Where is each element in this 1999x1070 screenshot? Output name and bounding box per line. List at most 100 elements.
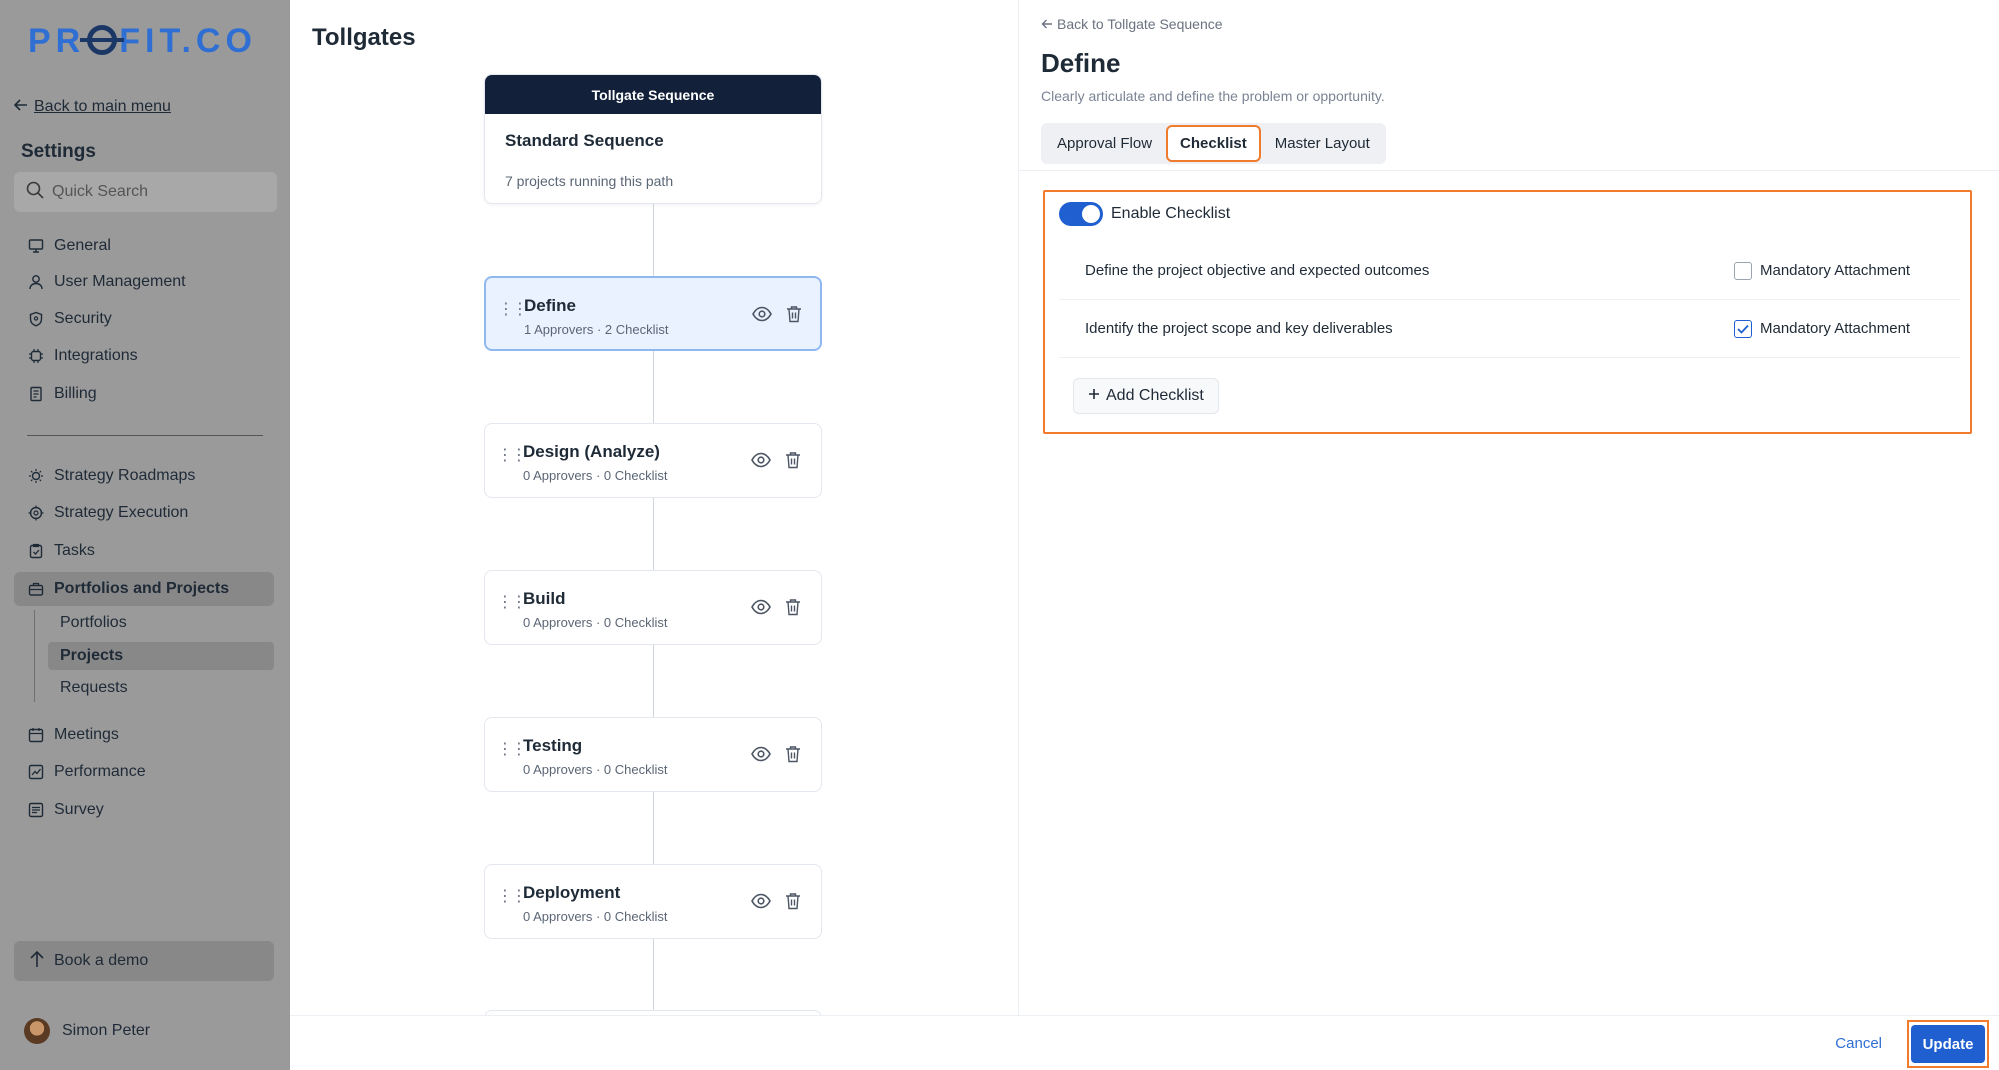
add-checklist-button[interactable]: Add Checklist <box>1073 378 1219 414</box>
sidebar-item-integrations[interactable]: Integrations <box>14 339 274 373</box>
trash-icon[interactable] <box>785 892 801 915</box>
update-button-highlight: Update <box>1907 1020 1989 1068</box>
sidebar-item-label: Performance <box>54 763 146 780</box>
sequence-subtitle: 7 projects running this path <box>505 173 674 189</box>
drag-handle-icon[interactable]: ⋮⋮ <box>497 448 527 464</box>
stage-connector <box>653 204 654 276</box>
tabs-divider <box>1019 170 1999 171</box>
sidebar-item-strategy-execution[interactable]: Strategy Execution <box>14 496 274 530</box>
mandatory-attachment-label: Mandatory Attachment <box>1760 320 1911 337</box>
detail-tabs: Approval Flow Checklist Master Layout <box>1041 123 1386 164</box>
sidebar-item-performance[interactable]: Performance <box>14 755 274 789</box>
enable-checklist-row: Enable Checklist <box>1059 202 1230 226</box>
sidebar-item-security[interactable]: Security <box>14 302 274 336</box>
mandatory-attachment-checkbox[interactable] <box>1734 319 1752 338</box>
user-profile[interactable]: Simon Peter <box>24 1018 150 1044</box>
trash-icon[interactable] <box>786 305 802 328</box>
update-button[interactable]: Update <box>1911 1025 1985 1063</box>
sidebar-item-strategy-roadmaps[interactable]: Strategy Roadmaps <box>14 459 274 493</box>
mandatory-attachment-option: Mandatory Attachment <box>1734 319 1911 338</box>
stage-meta: 0 Approvers · 0 Checklist <box>523 615 668 630</box>
sidebar-item-label: Billing <box>54 385 97 402</box>
drag-handle-icon[interactable]: ⋮⋮ <box>497 889 527 905</box>
sidebar-item-label: User Management <box>54 273 186 290</box>
stage-connector <box>653 939 654 1011</box>
back-to-main-menu-link[interactable]: Back to main menu <box>13 98 171 116</box>
plus-icon <box>1088 387 1100 405</box>
footer-bar: Cancel Update <box>290 1015 1999 1070</box>
tollgates-panel: Tollgates Tollgate Sequence Standard Seq… <box>290 0 1018 1020</box>
drag-handle-icon[interactable]: ⋮⋮ <box>497 595 527 611</box>
sidebar-item-survey[interactable]: Survey <box>14 793 274 827</box>
stage-card-testing[interactable]: ⋮⋮ Testing 0 Approvers · 0 Checklist <box>484 717 822 792</box>
stage-card-define[interactable]: ⋮⋮ Define 1 Approvers · 2 Checklist <box>484 276 822 351</box>
stage-title: Define <box>1041 48 1121 78</box>
sidebar-item-label: Portfolios and Projects <box>54 580 230 597</box>
drag-handle-icon[interactable]: ⋮⋮ <box>498 302 528 318</box>
sidebar-item-tasks[interactable]: Tasks <box>14 534 274 568</box>
stage-card-build[interactable]: ⋮⋮ Build 0 Approvers · 0 Checklist <box>484 570 822 645</box>
sidebar-subitem-portfolios[interactable]: Portfolios <box>48 609 274 637</box>
quick-search[interactable] <box>14 172 277 212</box>
logo-target-icon <box>80 25 125 55</box>
sidebar-item-label: Strategy Execution <box>54 504 189 521</box>
profitco-logo[interactable]: PR FIT.CO <box>28 22 257 61</box>
stage-detail-panel: Back to Tollgate Sequence Define Clearly… <box>1018 0 1999 1015</box>
stage-connector <box>653 498 654 570</box>
enable-checklist-toggle[interactable] <box>1059 202 1103 226</box>
stage-name: Build <box>523 589 566 608</box>
drag-handle-icon[interactable]: ⋮⋮ <box>497 742 527 758</box>
sidebar-item-label: Tasks <box>54 542 95 559</box>
calendar-icon <box>28 727 44 743</box>
back-to-tollgate-sequence-label: Back to Tollgate Sequence <box>1057 16 1223 32</box>
sequence-card[interactable]: Tollgate Sequence Standard Sequence 7 pr… <box>484 74 822 204</box>
user-name: Simon Peter <box>62 1022 151 1039</box>
eye-icon[interactable] <box>752 306 772 327</box>
avatar <box>24 1018 50 1044</box>
trash-icon[interactable] <box>785 745 801 768</box>
sidebar-subitem-requests[interactable]: Requests <box>48 674 274 702</box>
shield-icon <box>28 311 44 327</box>
sidebar-item-portfolios-and-projects[interactable]: Portfolios and Projects <box>14 572 274 606</box>
settings-title: Settings <box>21 141 96 162</box>
sidebar-item-label: Meetings <box>54 726 119 743</box>
stage-name: Design (Analyze) <box>523 442 660 461</box>
clipboard-icon <box>28 543 44 559</box>
sidebar-item-label: General <box>54 237 111 254</box>
tab-approval-flow[interactable]: Approval Flow <box>1045 127 1164 160</box>
logo-text-start: PR <box>28 22 86 60</box>
stage-name: Define <box>524 296 576 315</box>
mandatory-attachment-option: Mandatory Attachment <box>1734 261 1911 280</box>
cancel-button[interactable]: Cancel <box>1835 1035 1882 1052</box>
sidebar-item-general[interactable]: General <box>14 229 274 263</box>
sidebar-item-user-management[interactable]: User Management <box>14 265 274 299</box>
mandatory-attachment-checkbox[interactable] <box>1734 261 1752 280</box>
tab-checklist[interactable]: Checklist <box>1166 125 1261 162</box>
back-to-tollgate-sequence-link[interactable]: Back to Tollgate Sequence <box>1041 16 1223 32</box>
briefcase-icon <box>28 581 44 597</box>
bulb-icon <box>28 468 44 484</box>
tab-master-layout[interactable]: Master Layout <box>1263 127 1382 160</box>
checklist-item-text: Define the project objective and expecte… <box>1085 262 1430 279</box>
stage-name: Deployment <box>523 883 621 902</box>
eye-icon[interactable] <box>751 599 771 620</box>
trash-icon[interactable] <box>785 451 801 474</box>
eye-icon[interactable] <box>751 893 771 914</box>
chart-icon <box>28 764 44 780</box>
sidebar-subitem-projects[interactable]: Projects <box>48 642 274 670</box>
list-icon <box>28 802 44 818</box>
eye-icon[interactable] <box>751 746 771 767</box>
sidebar-item-billing[interactable]: Billing <box>14 377 274 411</box>
mandatory-attachment-label: Mandatory Attachment <box>1760 262 1911 279</box>
trash-icon[interactable] <box>785 598 801 621</box>
stage-connector <box>653 792 654 864</box>
search-input[interactable] <box>52 183 252 201</box>
stage-card-design-analyze[interactable]: ⋮⋮ Design (Analyze) 0 Approvers · 0 Chec… <box>484 423 822 498</box>
stage-meta: 1 Approvers · 2 Checklist <box>524 322 669 337</box>
sidebar-item-meetings[interactable]: Meetings <box>14 718 274 752</box>
stage-card-deployment[interactable]: ⋮⋮ Deployment 0 Approvers · 0 Checklist <box>484 864 822 939</box>
book-a-demo-button[interactable]: Book a demo <box>14 941 274 981</box>
eye-icon[interactable] <box>751 452 771 473</box>
sidebar-item-label: Survey <box>54 801 104 818</box>
sidebar-item-label: Integrations <box>54 347 138 364</box>
